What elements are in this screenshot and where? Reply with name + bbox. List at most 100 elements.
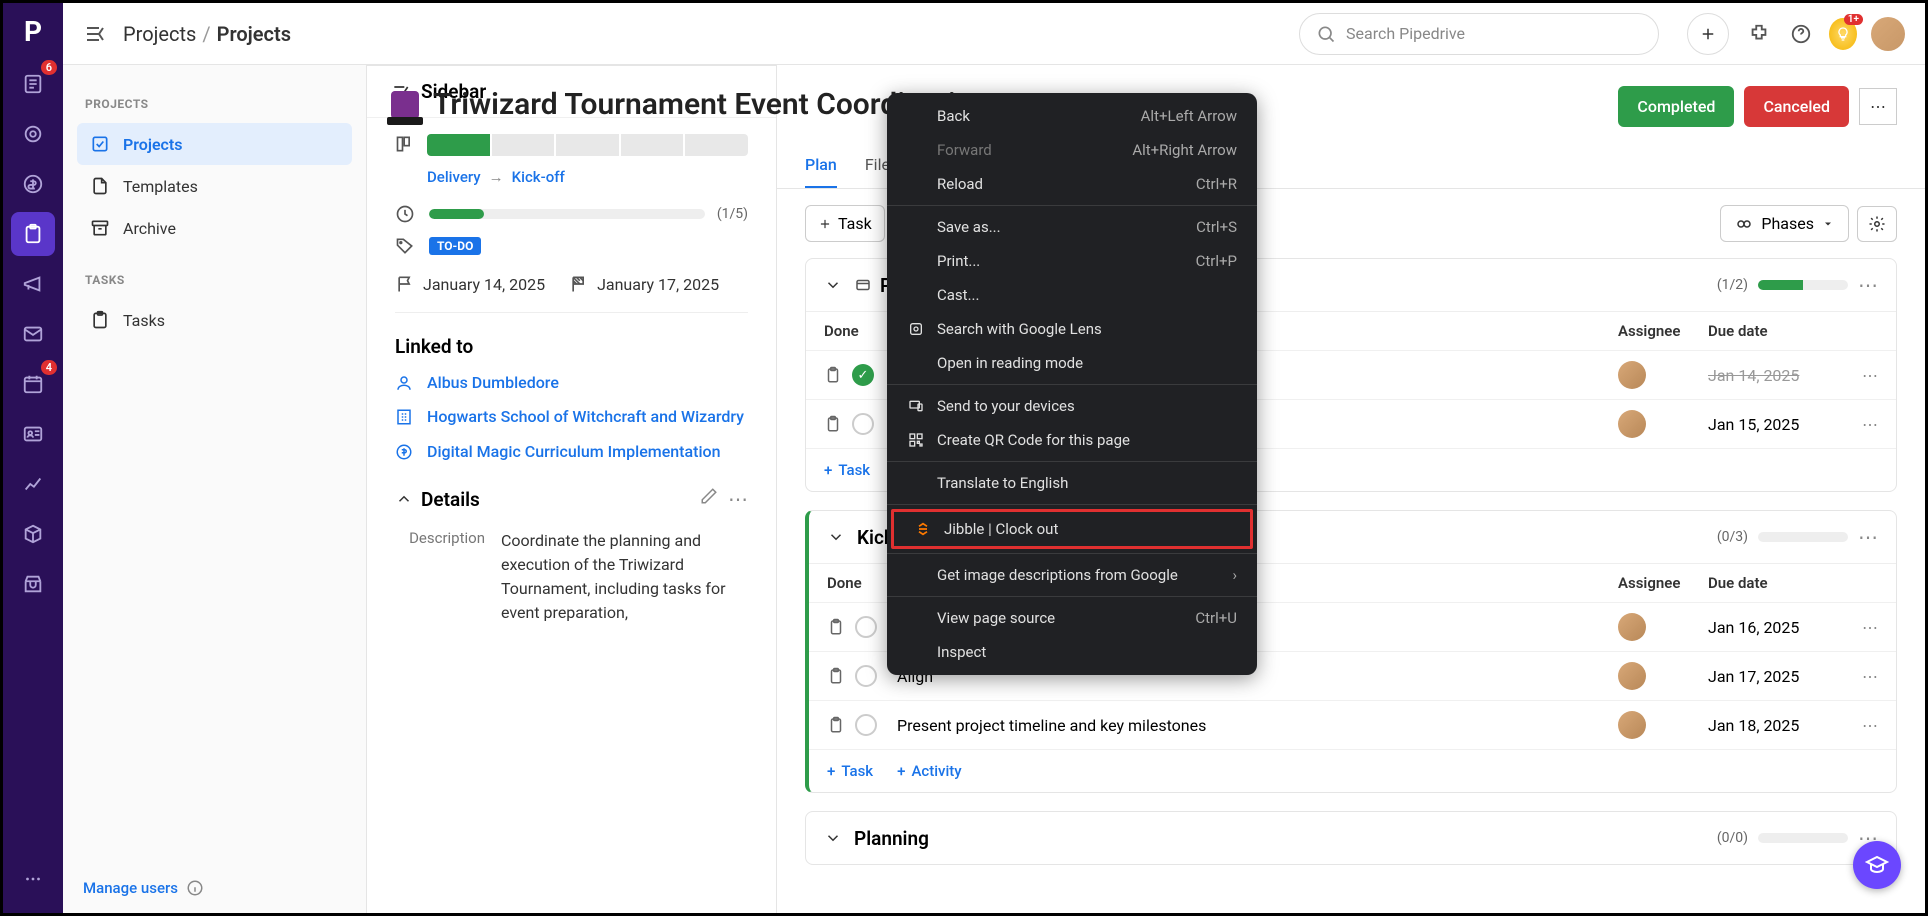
details-header[interactable]: Details ⋯ — [395, 487, 748, 511]
rail-deals[interactable] — [11, 162, 55, 206]
lens-icon — [907, 321, 925, 337]
check-done-icon[interactable]: ✓ — [852, 364, 874, 386]
arrow-icon: → — [489, 168, 504, 186]
ctx-view-source[interactable]: View page sourceCtrl+U — [887, 601, 1257, 635]
assignee-avatar[interactable] — [1618, 662, 1646, 690]
sidebar-item-projects[interactable]: Projects — [77, 123, 352, 165]
gear-icon — [1868, 215, 1886, 233]
chevron-down-icon — [1822, 218, 1834, 230]
jibble-icon — [914, 521, 932, 537]
row-more[interactable]: ⋯ — [1838, 716, 1878, 735]
sidebar-item-templates[interactable]: Templates — [77, 165, 352, 207]
ctx-image-descriptions[interactable]: Get image descriptions from Google› — [887, 558, 1257, 592]
assignee-avatar[interactable] — [1618, 613, 1646, 641]
project-detail-panel: Sidebar Delivery → — [367, 65, 777, 913]
help-icon[interactable] — [1787, 20, 1815, 48]
task-row[interactable]: Present project timeline and key milesto… — [809, 700, 1896, 749]
rail-products[interactable] — [11, 512, 55, 556]
chevron-down-icon[interactable] — [824, 276, 842, 294]
more-icon[interactable]: ⋯ — [728, 487, 748, 511]
check-open-icon[interactable] — [855, 714, 877, 736]
phases-button[interactable]: Phases — [1720, 205, 1849, 242]
logo[interactable]: P — [24, 15, 42, 48]
clipboard-icon — [827, 667, 845, 685]
completed-button[interactable]: Completed — [1618, 86, 1734, 127]
ctx-inspect[interactable]: Inspect — [887, 635, 1257, 669]
canceled-button[interactable]: Canceled — [1744, 86, 1849, 127]
add-task-button[interactable]: Task — [805, 205, 885, 242]
add-button[interactable] — [1687, 13, 1729, 55]
assignee-avatar[interactable] — [1618, 361, 1646, 389]
search-input[interactable]: Search Pipedrive — [1299, 13, 1659, 55]
ctx-save-as[interactable]: Save as...Ctrl+S — [887, 210, 1257, 244]
sidebar: PROJECTS Projects Templates Archive TASK… — [63, 65, 367, 913]
phase-more[interactable]: ⋯ — [1858, 525, 1878, 549]
rail-insights[interactable] — [11, 462, 55, 506]
linked-person[interactable]: Albus Dumbledore — [395, 372, 748, 394]
sidebar-item-archive[interactable]: Archive — [77, 207, 352, 249]
ctx-google-lens[interactable]: Search with Google Lens — [887, 312, 1257, 346]
qr-icon — [907, 432, 925, 448]
add-task-link[interactable]: + Task — [824, 461, 870, 479]
progress-icon — [395, 204, 417, 224]
linked-heading: Linked to — [395, 335, 748, 358]
add-task-link[interactable]: + Task — [827, 762, 873, 780]
chevron-down-icon[interactable] — [827, 528, 845, 546]
edit-icon[interactable] — [700, 487, 718, 505]
ctx-qr-code[interactable]: Create QR Code for this page — [887, 423, 1257, 457]
ctx-translate[interactable]: Translate to English — [887, 466, 1257, 500]
rail-mail[interactable] — [11, 312, 55, 356]
org-icon — [395, 408, 415, 426]
more-actions-button[interactable]: ⋯ — [1859, 88, 1897, 125]
chevron-down-icon[interactable] — [824, 829, 842, 847]
rail-leads[interactable]: 6 — [11, 62, 55, 106]
linked-deal[interactable]: Digital Magic Curriculum Implementation — [395, 441, 748, 463]
tips-icon[interactable]: 1+ — [1829, 20, 1857, 48]
assignee-avatar[interactable] — [1618, 410, 1646, 438]
stage-to[interactable]: Kick-off — [512, 168, 565, 186]
linked-org[interactable]: Hogwarts School of Witchcraft and Wizard… — [395, 406, 748, 428]
rail-more[interactable] — [11, 857, 55, 901]
extensions-icon[interactable] — [1745, 20, 1773, 48]
row-more[interactable]: ⋯ — [1838, 618, 1878, 637]
ctx-reading-mode[interactable]: Open in reading mode — [887, 346, 1257, 380]
check-open-icon[interactable] — [855, 616, 877, 638]
ctx-back[interactable]: BackAlt+Left Arrow — [887, 99, 1257, 133]
settings-button[interactable] — [1857, 206, 1897, 242]
ctx-print[interactable]: Print...Ctrl+P — [887, 244, 1257, 278]
ctx-jibble[interactable]: Jibble | Clock out — [894, 512, 1250, 546]
clipboard-icon — [827, 618, 845, 636]
rail-campaigns[interactable] — [11, 262, 55, 306]
rail-projects[interactable] — [11, 212, 55, 256]
rail-activities[interactable]: 4 — [11, 362, 55, 406]
breadcrumb: Projects/Projects — [123, 22, 291, 46]
manage-users-link[interactable]: Manage users — [83, 879, 204, 897]
assignee-avatar[interactable] — [1618, 711, 1646, 739]
add-activity-link[interactable]: + Activity — [897, 762, 962, 780]
rail-marketplace[interactable] — [11, 562, 55, 606]
description-label: Description — [395, 529, 485, 625]
row-more[interactable]: ⋯ — [1838, 415, 1878, 434]
sidebar-item-tasks[interactable]: Tasks — [77, 299, 352, 341]
user-avatar[interactable] — [1871, 17, 1905, 51]
ctx-forward: ForwardAlt+Right Arrow — [887, 133, 1257, 167]
tag-badge[interactable]: TO-DO — [429, 237, 481, 255]
tasks-icon — [89, 309, 111, 331]
row-more[interactable]: ⋯ — [1838, 667, 1878, 686]
help-fab[interactable] — [1853, 841, 1901, 889]
stage-from[interactable]: Delivery — [427, 168, 481, 186]
row-more[interactable]: ⋯ — [1838, 366, 1878, 385]
tab-plan[interactable]: Plan — [805, 143, 837, 188]
ctx-send-devices[interactable]: Send to your devices — [887, 389, 1257, 423]
menu-toggle-icon[interactable] — [83, 22, 107, 46]
topbar: Projects/Projects Search Pipedrive 1+ — [63, 3, 1925, 65]
breadcrumb-parent[interactable]: Projects — [123, 22, 196, 46]
check-open-icon[interactable] — [855, 665, 877, 687]
phase-more[interactable]: ⋯ — [1858, 273, 1878, 297]
rail-contacts[interactable] — [11, 412, 55, 456]
ctx-reload[interactable]: ReloadCtrl+R — [887, 167, 1257, 201]
chevron-up-icon — [395, 490, 413, 508]
ctx-cast[interactable]: Cast... — [887, 278, 1257, 312]
rail-focus[interactable] — [11, 112, 55, 156]
check-open-icon[interactable] — [852, 413, 874, 435]
